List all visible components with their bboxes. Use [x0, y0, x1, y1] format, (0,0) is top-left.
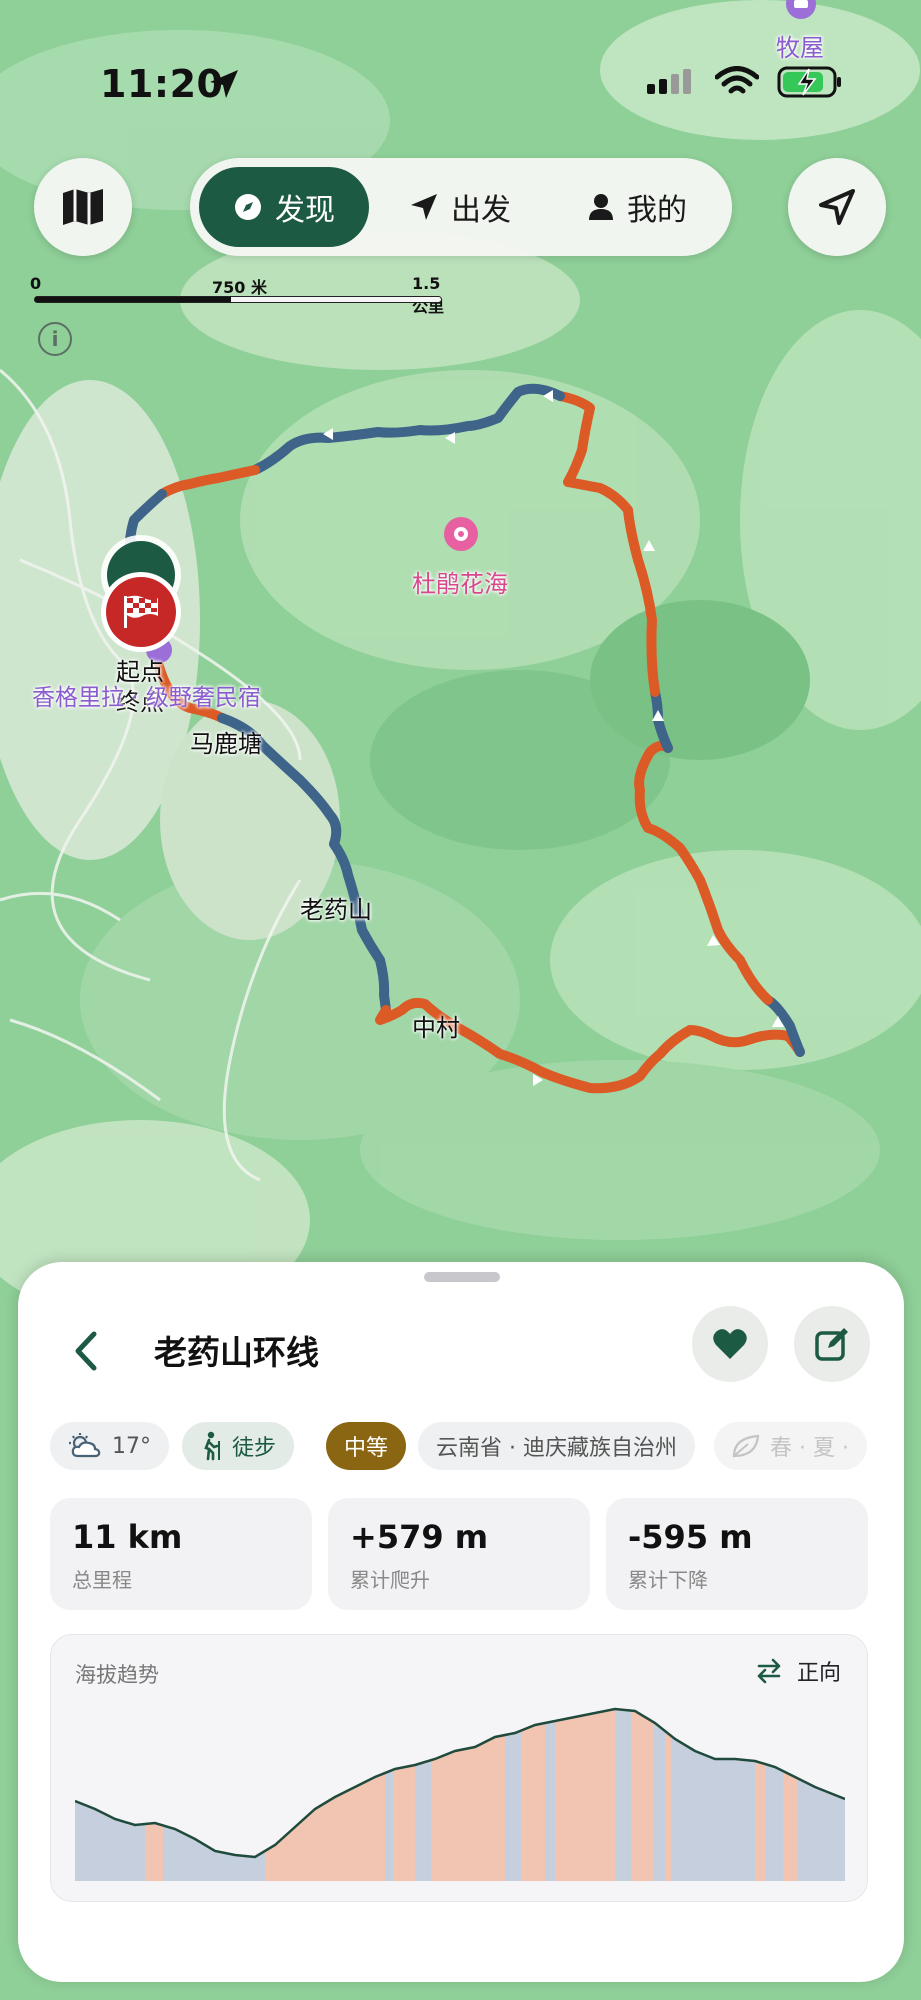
- elevation-band: [653, 1709, 665, 1881]
- elevation-band: [431, 1709, 505, 1881]
- map-label-laoyaoshan: 老药山: [300, 896, 372, 924]
- elevation-band: [75, 1709, 145, 1881]
- elevation-band: [145, 1709, 163, 1881]
- map-label-zhongcun: 中村: [412, 1014, 460, 1042]
- navigation-arrow-icon: [819, 189, 855, 225]
- elevation-band: [615, 1709, 631, 1881]
- heart-icon: [713, 1329, 747, 1359]
- main-nav-segmented: 发现 出发 我的: [190, 158, 732, 256]
- region-chip[interactable]: 云南省 · 迪庆藏族自治州: [418, 1422, 695, 1470]
- stat-ascent-label: 累计爬升: [350, 1568, 430, 1592]
- map-label-top-poi[interactable]: 牧屋: [776, 28, 824, 63]
- status-right: [645, 66, 843, 98]
- location-arrow-icon: [411, 194, 437, 220]
- route-title: 老药山环线: [154, 1333, 319, 1372]
- elevation-band: [797, 1709, 845, 1881]
- weather-temp: 17°: [112, 1433, 151, 1459]
- favorite-button[interactable]: [692, 1306, 768, 1382]
- elevation-band: [545, 1709, 555, 1881]
- edit-square-icon: [815, 1328, 848, 1361]
- elevation-band: [521, 1709, 545, 1881]
- tab-depart[interactable]: 出发: [380, 167, 540, 247]
- stat-descent-label: 累计下降: [628, 1568, 708, 1592]
- map-scale: 0 750 米 1.5 公里: [30, 274, 452, 316]
- tab-mine[interactable]: 我的: [552, 167, 722, 247]
- stat-distance-value: 11 km: [72, 1518, 183, 1556]
- hiking-icon: [204, 1431, 220, 1461]
- locate-me-button[interactable]: [788, 158, 886, 256]
- tab-depart-label: 出发: [451, 193, 511, 228]
- season-label: 春 · 夏 ·: [770, 1436, 849, 1461]
- tab-discover[interactable]: 发现: [199, 167, 369, 247]
- scale-bar: [34, 296, 442, 303]
- elevation-band: [631, 1709, 653, 1881]
- elevation-card[interactable]: 海拔趋势 正向: [50, 1634, 868, 1902]
- wifi-icon: [715, 66, 759, 94]
- map-layers-button[interactable]: [34, 158, 132, 256]
- leaf-icon: [732, 1434, 760, 1458]
- folded-map-icon: [63, 189, 103, 225]
- stat-distance-label: 总里程: [72, 1568, 132, 1592]
- map-label-lodge[interactable]: 香格里拉 · 级野奢民宿: [32, 678, 261, 712]
- info-icon[interactable]: i: [38, 322, 72, 356]
- tab-discover-label: 发现: [275, 193, 335, 228]
- map-label-matang: 马鹿塘: [190, 730, 262, 758]
- battery-charging-icon: [777, 66, 841, 98]
- elevation-band: [163, 1709, 265, 1881]
- stat-descent-value: -595 m: [628, 1518, 753, 1556]
- scale-mid: 750 米: [212, 278, 267, 297]
- elevation-band: [783, 1709, 797, 1881]
- elevation-band: [393, 1709, 415, 1881]
- elevation-band: [671, 1709, 755, 1881]
- map-label-flower-sea[interactable]: 杜鹃花海: [412, 564, 508, 599]
- elevation-band: [385, 1709, 393, 1881]
- stat-ascent: +579 m 累计爬升: [328, 1498, 590, 1610]
- stat-ascent-value: +579 m: [350, 1518, 489, 1556]
- stat-descent: -595 m 累计下降: [606, 1498, 868, 1610]
- elevation-profile: [75, 1707, 845, 1881]
- direction-label: 正向: [796, 1661, 841, 1686]
- stat-distance: 11 km 总里程: [50, 1498, 312, 1610]
- back-chevron-icon[interactable]: [66, 1326, 106, 1376]
- weather-chip[interactable]: 17°: [50, 1422, 169, 1470]
- sheet-grabber[interactable]: [424, 1272, 500, 1282]
- elevation-band: [555, 1709, 615, 1881]
- route-tags: 17° 徒步 中等 云南省 · 迪庆藏族自治州 春 · 夏 ·: [50, 1422, 904, 1472]
- direction-toggle[interactable]: 正向: [755, 1655, 841, 1687]
- edit-button[interactable]: [794, 1306, 870, 1382]
- elevation-band: [765, 1709, 783, 1881]
- elevation-title: 海拔趋势: [75, 1663, 159, 1687]
- activity-label: 徒步: [232, 1436, 277, 1461]
- elevation-bands: [75, 1709, 845, 1881]
- activity-chip[interactable]: 徒步: [182, 1422, 295, 1470]
- season-chip[interactable]: 春 · 夏 ·: [714, 1422, 867, 1470]
- compass-icon: [235, 194, 261, 220]
- cellular-signal-icon: [647, 69, 691, 94]
- elevation-band: [265, 1709, 385, 1881]
- location-services-icon: [210, 70, 238, 98]
- scale-zero: 0: [30, 274, 42, 293]
- end-flag-marker[interactable]: [101, 572, 181, 652]
- person-icon: [589, 194, 613, 220]
- difficulty-chip[interactable]: 中等: [326, 1422, 407, 1470]
- tab-mine-label: 我的: [627, 193, 687, 228]
- elevation-band: [755, 1709, 765, 1881]
- route-detail-sheet: 老药山环线 17° 徒步 中等 云南省 · 迪庆藏族自治州 春 · 夏 · 11…: [18, 1262, 904, 1982]
- swap-arrows-icon: [757, 1658, 781, 1684]
- flower-poi-icon[interactable]: [444, 517, 478, 551]
- partly-cloudy-icon: [69, 1433, 101, 1458]
- status-time: 11:20: [100, 62, 224, 106]
- elevation-band: [415, 1709, 431, 1881]
